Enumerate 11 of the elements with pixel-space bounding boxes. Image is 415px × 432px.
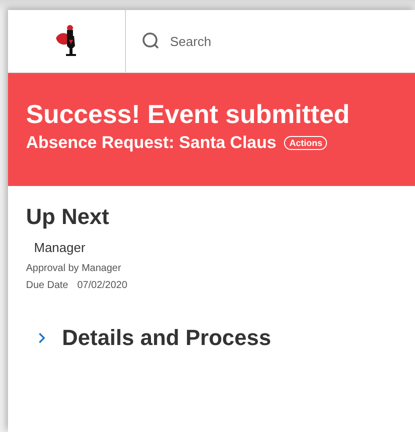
chevron-icon[interactable] [38, 332, 46, 344]
actions-button[interactable]: Actions [284, 136, 328, 150]
banner-title: Success! Event submitted [26, 99, 350, 129]
details-heading[interactable]: Details and Process [62, 325, 272, 351]
due-date-label: Due Date [26, 280, 68, 291]
section-heading: Up Next [26, 204, 110, 230]
assignee-text: Manager [34, 240, 86, 255]
due-date-value: 07/02/2020 [77, 280, 128, 291]
step-text: Approval by Manager [26, 263, 122, 274]
banner-subtitle: Absence Request: Santa Claus [26, 133, 276, 153]
search-icon [142, 32, 160, 50]
